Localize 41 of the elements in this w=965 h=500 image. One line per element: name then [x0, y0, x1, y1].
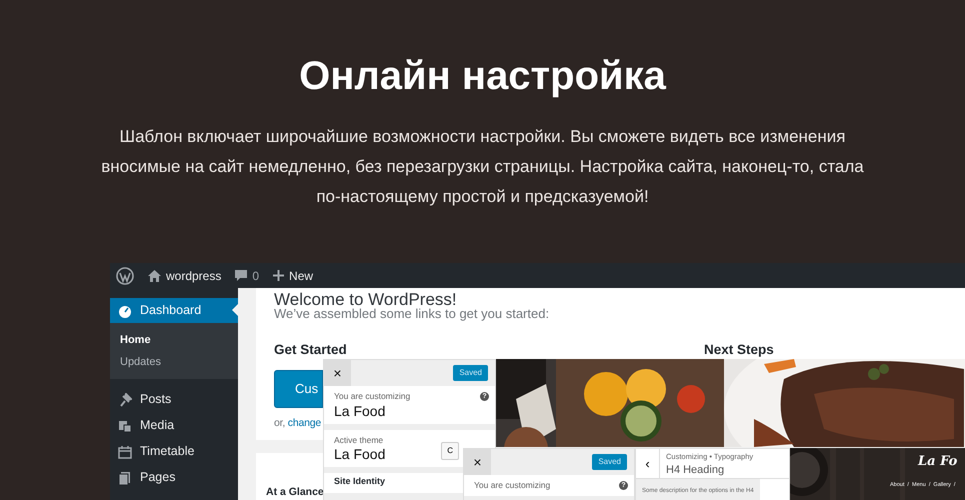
- theme-name: La Food: [334, 446, 386, 464]
- welcome-title: Welcome to WordPress!: [274, 291, 457, 308]
- section-title: Site Identity: [334, 475, 386, 488]
- plus-icon: [273, 270, 284, 281]
- customizing-label: You are customizing: [334, 390, 410, 403]
- customizing-label: You are customizing: [474, 479, 550, 492]
- site-title: La Food: [334, 402, 386, 420]
- description-paragraph: Шаблон включает широчайшие возможности настройки. Вы сможете видеть все изменения вносимые на сайт немедленно, без перезагрузки страницы. Настройка сайта, наконец-то, стала по-настоящему простой и предсказуемой!: [100, 126, 865, 208]
- change-theme-button[interactable]: C: [441, 442, 459, 460]
- pages-icon: [118, 470, 132, 484]
- site-logo: La Fo: [918, 453, 958, 471]
- wordpress-logo-icon[interactable]: [116, 266, 134, 284]
- comment-icon: [235, 270, 248, 282]
- section-heading: Get Started: [274, 341, 347, 359]
- calendar-icon: [118, 444, 132, 458]
- close-button[interactable]: ×: [324, 360, 351, 386]
- comment-count[interactable]: 0: [252, 266, 260, 284]
- new-link[interactable]: New: [289, 266, 314, 284]
- submenu-item[interactable]: Home: [120, 329, 238, 351]
- active-theme-label: Active theme: [334, 434, 384, 446]
- welcome-subtitle: We’ve assembled some links to get you started:: [274, 306, 550, 323]
- section-heading: Next Steps: [704, 341, 774, 359]
- site-name-link[interactable]: wordpress: [166, 266, 222, 284]
- submenu-item[interactable]: Updates: [120, 351, 238, 373]
- menu-item[interactable]: Posts: [110, 387, 238, 412]
- menu-item-active[interactable]: Dashboard: [110, 298, 238, 323]
- close-button[interactable]: ×: [464, 449, 491, 475]
- change-link[interactable]: change: [288, 417, 322, 429]
- pushpin-icon: [118, 392, 132, 406]
- active-arrow-icon: [232, 304, 238, 316]
- dashboard-gauge-icon: [118, 304, 132, 318]
- menu-item[interactable]: Media: [110, 413, 238, 438]
- media-icon: [118, 418, 132, 432]
- menu-item[interactable]: Pages: [110, 465, 238, 490]
- home-icon: [148, 270, 161, 282]
- menu-item[interactable]: Timetable: [110, 439, 238, 464]
- customize-button[interactable]: Cus: [274, 370, 323, 408]
- page-title: Онлайн настройка: [298, 53, 668, 100]
- alt-text: or,: [274, 417, 286, 429]
- panel-heading: At a Glance: [266, 485, 324, 500]
- panel-title: H4 Heading: [666, 463, 726, 478]
